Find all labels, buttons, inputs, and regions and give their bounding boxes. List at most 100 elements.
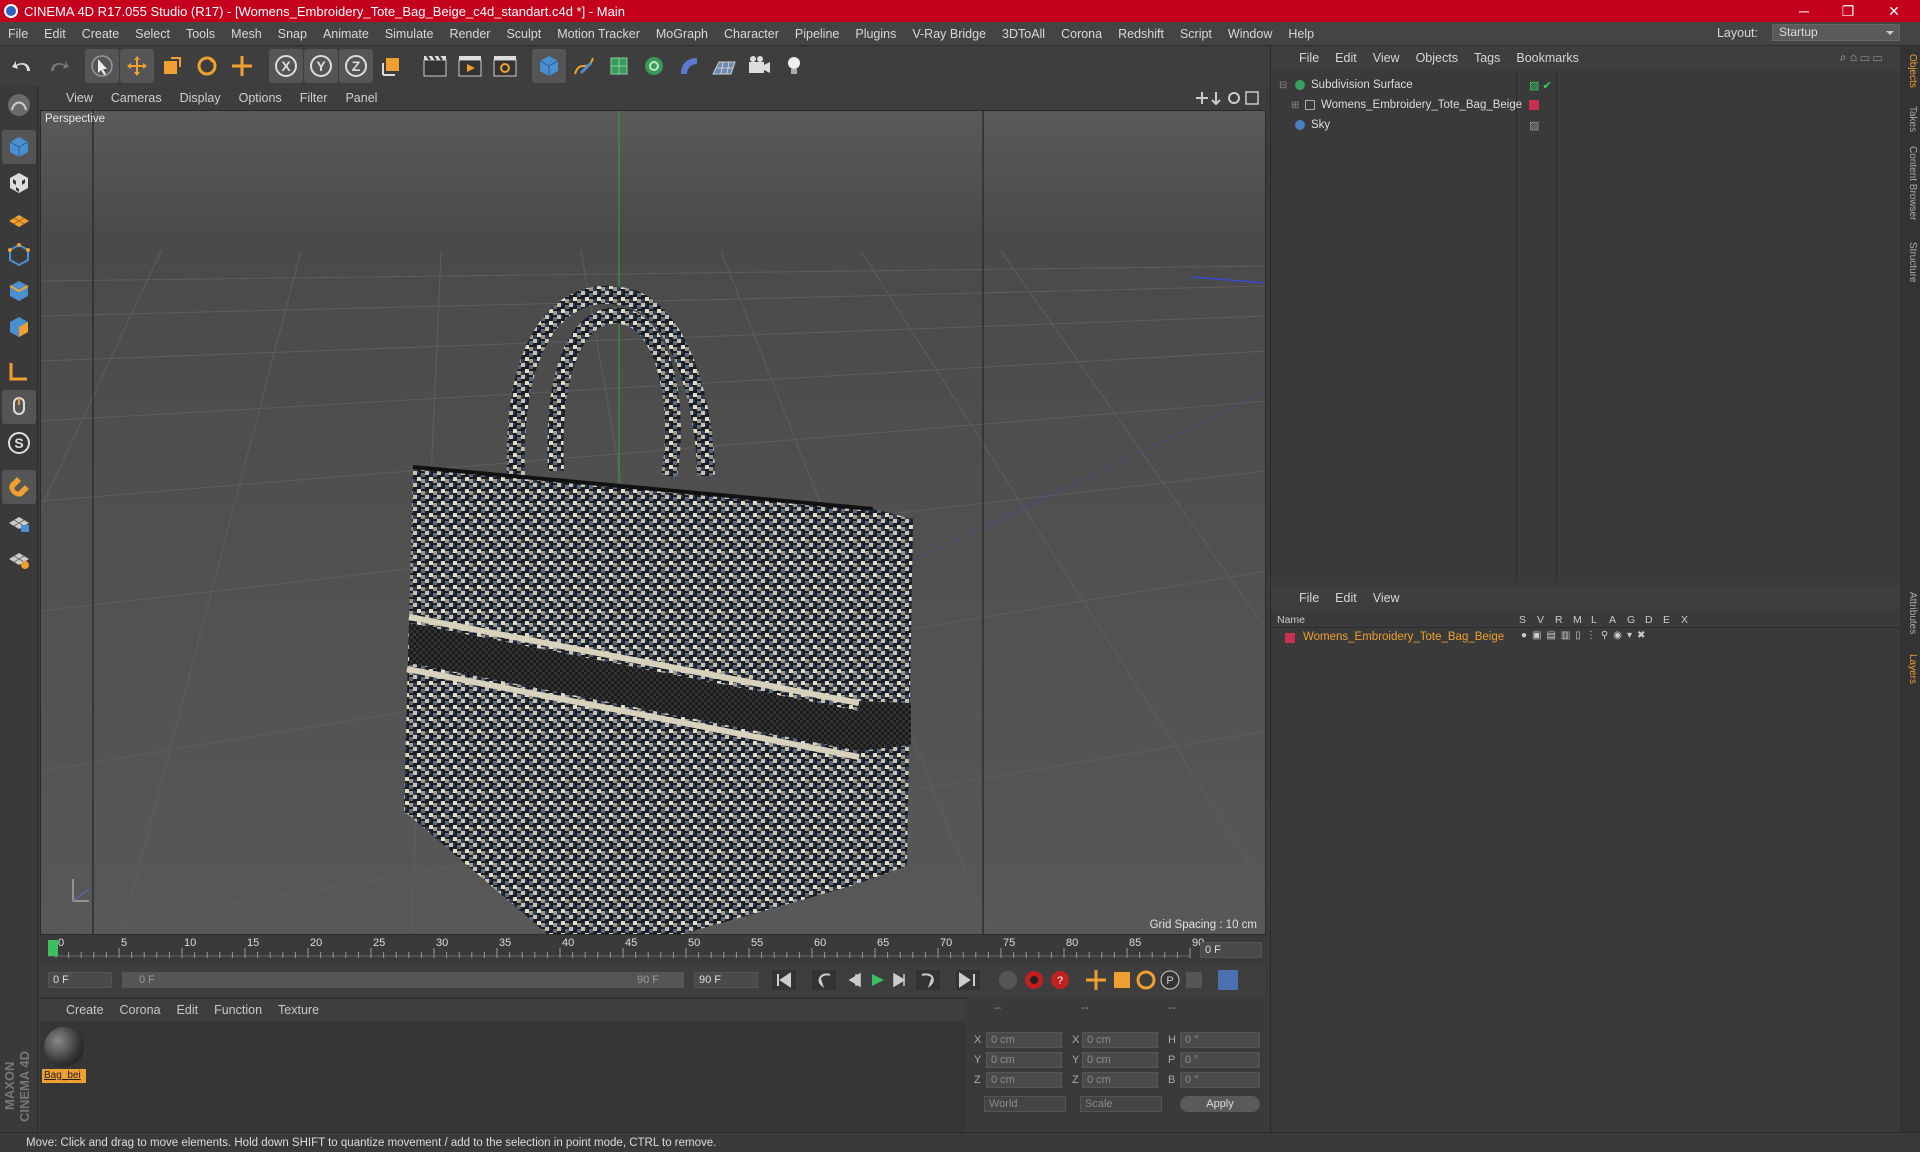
visibility-check-icon[interactable]: ▨ ✔ [1529, 79, 1552, 92]
render-to-picture-viewer-icon[interactable] [453, 49, 487, 83]
layer-row[interactable]: Womens_Embroidery_Tote_Bag_Beige ●▣▤▥▯⋮⚲… [1271, 630, 1900, 646]
maximize-button[interactable]: ❐ [1826, 0, 1870, 22]
current-frame-field[interactable]: 0 F [48, 972, 112, 988]
menu-vray-bridge[interactable]: V-Ray Bridge [904, 27, 994, 41]
points-mode-icon[interactable] [2, 238, 36, 272]
viewport-menu-options[interactable]: Options [231, 91, 290, 105]
size-x-field[interactable]: 0 cm [1082, 1032, 1158, 1048]
layer-color-tag[interactable] [1529, 100, 1539, 110]
coord-mode-select[interactable]: World [984, 1096, 1066, 1112]
playhead-marker[interactable] [48, 940, 58, 956]
magnet-icon[interactable] [2, 470, 36, 504]
om-menu-tags[interactable]: Tags [1466, 51, 1508, 65]
scale-tool-icon[interactable] [155, 49, 189, 83]
menu-3dtoall[interactable]: 3DToAll [994, 27, 1053, 41]
size-z-field[interactable]: 0 cm [1082, 1072, 1158, 1088]
workplane-mode-icon[interactable] [2, 202, 36, 236]
menu-redshift[interactable]: Redshift [1110, 27, 1172, 41]
om-menu-objects[interactable]: Objects [1408, 51, 1466, 65]
texture-mode-icon[interactable] [2, 166, 36, 200]
menu-mesh[interactable]: Mesh [223, 27, 270, 41]
menu-corona[interactable]: Corona [1053, 27, 1110, 41]
polygons-mode-icon[interactable] [2, 310, 36, 344]
viewport-menu-panel[interactable]: Panel [337, 91, 385, 105]
close-button[interactable]: ✕ [1872, 0, 1916, 22]
layer-color-swatch[interactable] [1285, 633, 1295, 643]
frame-range-slider[interactable]: 0 F 90 F [122, 972, 684, 988]
menu-animate[interactable]: Animate [315, 27, 377, 41]
model-mode-icon[interactable] [2, 130, 36, 164]
pos-y-field[interactable]: 0 cm [986, 1052, 1062, 1068]
timeline-ruler[interactable]: 0 5 10 15 20 25 30 35 40 45 50 55 60 65 70 75 80 85 90 0 F [40, 936, 1266, 964]
light-object-icon[interactable] [777, 49, 811, 83]
tab-takes[interactable]: Takes [1902, 106, 1918, 132]
rot-p-field[interactable]: 0 ° [1180, 1052, 1260, 1068]
minimize-button[interactable]: ─ [1782, 0, 1826, 22]
viewport-menu-display[interactable]: Display [172, 91, 229, 105]
visibility-toggle-icon[interactable]: ▨ [1529, 119, 1539, 132]
object-row-subdivision[interactable]: ⊟ Subdivision Surface ▨ ✔ [1279, 76, 1879, 94]
lm-menu-view[interactable]: View [1365, 591, 1408, 605]
om-menu-bookmarks[interactable]: Bookmarks [1508, 51, 1587, 65]
menu-select[interactable]: Select [127, 27, 178, 41]
lm-menu-edit[interactable]: Edit [1327, 591, 1365, 605]
axis-mode-icon[interactable] [2, 354, 36, 388]
viewport-menu-view[interactable]: View [58, 91, 101, 105]
menu-motion-tracker[interactable]: Motion Tracker [549, 27, 648, 41]
menu-tools[interactable]: Tools [178, 27, 223, 41]
floor-object-icon[interactable] [707, 49, 741, 83]
subdivision-surface-icon[interactable] [602, 49, 636, 83]
tab-layers[interactable]: Layers [1902, 654, 1918, 684]
material-menu-function[interactable]: Function [206, 1003, 270, 1017]
viewport-nav-icons[interactable] [1194, 90, 1260, 106]
menu-script[interactable]: Script [1172, 27, 1220, 41]
cube-object-icon[interactable] [532, 49, 566, 83]
workplane-align-icon[interactable] [2, 542, 36, 576]
end-frame-field[interactable]: 0 F [1200, 942, 1262, 958]
object-row-sky[interactable]: Sky ▨ [1279, 116, 1879, 134]
max-frame-field[interactable]: 90 F [694, 972, 758, 988]
rotate-tool-icon[interactable] [190, 49, 224, 83]
move-tool-icon[interactable] [120, 49, 154, 83]
tab-attributes[interactable]: Attributes [1902, 592, 1918, 634]
menu-create[interactable]: Create [74, 27, 128, 41]
menu-sculpt[interactable]: Sculpt [498, 27, 549, 41]
pos-x-field[interactable]: 0 cm [986, 1032, 1062, 1048]
rot-h-field[interactable]: 0 ° [1180, 1032, 1260, 1048]
menu-file[interactable]: File [0, 27, 36, 41]
menu-pipeline[interactable]: Pipeline [787, 27, 847, 41]
material-menu-texture[interactable]: Texture [270, 1003, 327, 1017]
transport-icons[interactable]: ? P [770, 968, 1250, 992]
workplane-lock-icon[interactable] [2, 506, 36, 540]
select-tool-icon[interactable] [85, 49, 119, 83]
coordinate-system-icon[interactable] [374, 49, 408, 83]
viewport-menu-cameras[interactable]: Cameras [103, 91, 170, 105]
cloner-icon[interactable] [637, 49, 671, 83]
transform-tool-icon[interactable] [225, 49, 259, 83]
tab-structure[interactable]: Structure [1902, 242, 1918, 283]
deformer-icon[interactable] [672, 49, 706, 83]
perspective-viewport[interactable]: Perspective Grid Spacing : 10 cm [40, 110, 1266, 935]
menu-simulate[interactable]: Simulate [377, 27, 442, 41]
tab-content-browser[interactable]: Content Browser [1902, 146, 1918, 220]
render-view-icon[interactable] [418, 49, 452, 83]
om-menu-view[interactable]: View [1365, 51, 1408, 65]
redo-button[interactable] [41, 49, 75, 83]
material-swatch[interactable]: Bag_bei [42, 1025, 86, 1083]
tab-objects[interactable]: Objects [1902, 54, 1918, 88]
x-axis-lock-icon[interactable]: X [269, 49, 303, 83]
transform-mode-select[interactable]: Scale [1080, 1096, 1162, 1112]
menu-mograph[interactable]: MoGraph [648, 27, 716, 41]
edges-mode-icon[interactable] [2, 274, 36, 308]
layout-select[interactable]: Startup [1772, 24, 1900, 41]
pos-z-field[interactable]: 0 cm [986, 1072, 1062, 1088]
undo-button[interactable] [6, 49, 40, 83]
layer-toggle-icons[interactable]: ●▣▤▥▯⋮⚲◉▾✖ [1521, 630, 1650, 641]
y-axis-lock-icon[interactable]: Y [304, 49, 338, 83]
material-menu-edit[interactable]: Edit [169, 1003, 207, 1017]
menu-plugins[interactable]: Plugins [847, 27, 904, 41]
object-row-bag[interactable]: ⊞ Womens_Embroidery_Tote_Bag_Beige [1279, 96, 1879, 114]
om-menu-file[interactable]: File [1291, 51, 1327, 65]
tweak-mode-icon[interactable] [2, 390, 36, 424]
apply-button[interactable]: Apply [1180, 1096, 1260, 1112]
